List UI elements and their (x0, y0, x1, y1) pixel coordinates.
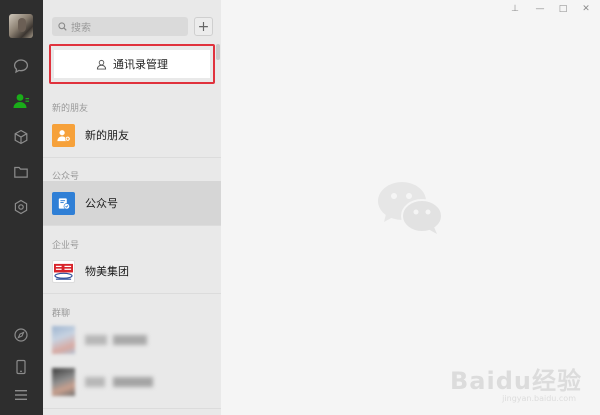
nav-sidebar (0, 0, 43, 415)
contacts-manage-label: 通讯录管理 (113, 58, 168, 71)
divider (43, 157, 221, 158)
list-item-group-blurred[interactable] (43, 320, 221, 360)
contacts-icon[interactable] (11, 91, 31, 111)
contact-list-panel: 搜索 + 通讯录管理 新的朋友 新的朋友 公众号 公众号 企业号 物美集团 群聊 (43, 0, 221, 415)
search-icon (58, 22, 67, 31)
divider (43, 225, 221, 226)
wumart-logo-icon (52, 259, 75, 283)
contacts-manage-button[interactable]: 通讯录管理 (54, 50, 210, 78)
divider (43, 293, 221, 294)
mini-program-icon[interactable] (11, 197, 31, 217)
list-item-label: 物美集团 (85, 265, 129, 278)
person-icon (96, 59, 107, 70)
redacted-text (85, 377, 105, 387)
wechat-logo-icon (376, 180, 446, 240)
list-item-wumart-group[interactable]: 物美集团 (43, 249, 221, 293)
official-account-icon (52, 191, 75, 215)
chat-icon[interactable] (11, 56, 31, 76)
add-button[interactable]: + (194, 17, 213, 36)
scrollbar[interactable] (216, 44, 220, 60)
minimize-button[interactable]: — (533, 3, 547, 15)
redacted-text (113, 335, 147, 345)
highlight-box: 通讯录管理 (49, 44, 215, 84)
favorites-cube-icon[interactable] (11, 127, 31, 147)
redacted-text (85, 335, 107, 345)
list-item-group-blurred[interactable] (43, 360, 221, 400)
redacted-text (113, 377, 153, 387)
search-input[interactable]: 搜索 (52, 17, 188, 36)
avatar[interactable] (9, 14, 33, 38)
folder-icon[interactable] (11, 162, 31, 182)
group-avatar (52, 368, 75, 396)
close-button[interactable]: ✕ (579, 3, 593, 15)
list-item-official-accounts[interactable]: 公众号 (43, 181, 221, 225)
menu-icon[interactable] (11, 385, 31, 405)
list-item-new-friends[interactable]: 新的朋友 (43, 113, 221, 157)
list-item-label: 新的朋友 (85, 129, 129, 142)
main-panel: ⊥ — □ ✕ Baidu经验 jingyan.baidu.com (221, 0, 600, 415)
baidu-watermark: Baidu经验 jingyan.baidu.com (450, 361, 582, 403)
maximize-button[interactable]: □ (556, 3, 570, 15)
pin-button[interactable]: ⊥ (508, 3, 522, 15)
section-label-groups: 群聊 (52, 309, 71, 319)
divider (43, 408, 221, 409)
group-avatar (52, 326, 75, 354)
search-placeholder: 搜索 (71, 23, 91, 34)
phone-icon[interactable] (11, 357, 31, 377)
moments-compass-icon[interactable] (11, 325, 31, 345)
list-item-label: 公众号 (85, 197, 118, 210)
watermark-text: Baidu经验 (450, 367, 582, 395)
new-friend-icon (52, 123, 75, 147)
